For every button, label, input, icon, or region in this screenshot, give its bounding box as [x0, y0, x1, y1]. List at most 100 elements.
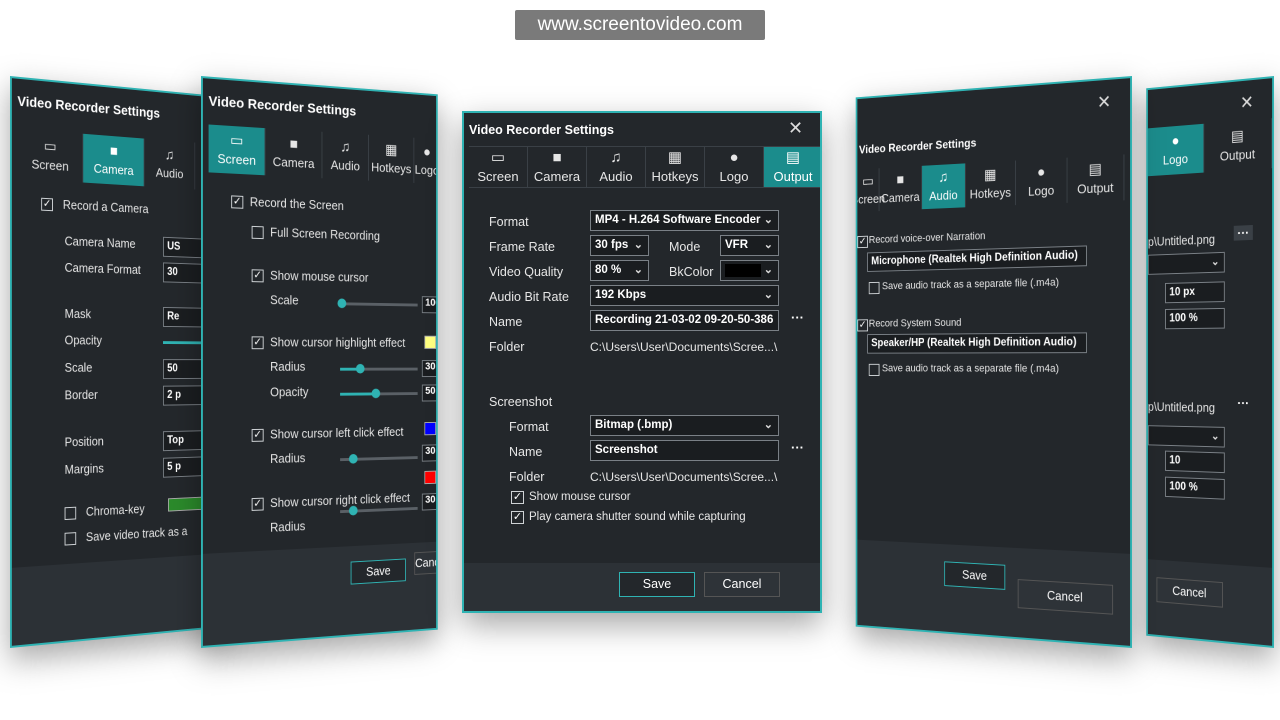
name-label: Name [489, 315, 523, 329]
system-sound-checkbox[interactable]: ✓ [857, 319, 868, 332]
highlight-opacity-slider[interactable] [340, 392, 375, 396]
mode-select[interactable]: VFR ⌄ [720, 235, 779, 256]
video-camera-icon: ■ [552, 149, 562, 166]
highlight-opacity-value[interactable]: 50 [421, 384, 438, 402]
right-click-color-swatch[interactable] [424, 470, 437, 485]
framerate-select[interactable]: 30 fps ⌄ [590, 235, 649, 256]
right-click-checkbox[interactable]: ✓ [251, 497, 264, 511]
tab-label: Output [773, 169, 813, 184]
bkcolor-select[interactable]: ⌄ [720, 260, 779, 281]
tab-label: Audio [599, 169, 633, 184]
tab-hotkeys[interactable]: ▦ Hotkeys [646, 147, 705, 187]
close-icon[interactable]: ✕ [1240, 92, 1254, 114]
name-input[interactable]: Recording 21-03-02 09-20-50-386 [590, 310, 779, 331]
highlight-opacity-thumb[interactable] [371, 388, 381, 399]
tab-screen[interactable]: ▭ Screen [208, 124, 266, 176]
highlight-radius-track[interactable] [359, 367, 418, 371]
tab-camera[interactable]: ■ Camera [879, 165, 923, 212]
tab-camera[interactable]: ■ Camera [265, 128, 323, 179]
ss-format-label: Format [509, 420, 549, 434]
left-click-radius-thumb[interactable] [348, 453, 358, 464]
save-system-m4a-checkbox[interactable] [868, 363, 880, 376]
tab-screen[interactable]: ▭ Screen [17, 128, 84, 183]
save-button[interactable]: Save [944, 561, 1006, 590]
tab-camera[interactable]: ■ Camera [83, 133, 145, 187]
tab-logo[interactable]: ● Logo [414, 137, 438, 185]
left-click-checkbox[interactable]: ✓ [251, 428, 264, 442]
save-button[interactable]: Save [619, 572, 695, 597]
show-cursor-checkbox[interactable]: ✓ [251, 269, 264, 283]
format-select[interactable]: MP4 - H.264 Software Encoder ⌄ [590, 210, 779, 231]
tab-audio[interactable]: ♫ Audio [587, 147, 646, 187]
logo-select-2[interactable]: ⌄ [1147, 425, 1225, 448]
browse-button-2[interactable]: ··· [1234, 396, 1253, 411]
scale-slider[interactable] [340, 302, 418, 307]
cancel-button[interactable]: Cancel [414, 550, 438, 575]
highlight-checkbox[interactable]: ✓ [251, 336, 264, 350]
bitrate-select[interactable]: 192 Kbps ⌄ [590, 285, 779, 306]
record-camera-checkbox[interactable]: ✓ [41, 197, 53, 212]
left-click-radius-value[interactable]: 30 [421, 444, 438, 462]
scale-slider-thumb[interactable] [337, 298, 347, 309]
cancel-button[interactable]: Cancel [704, 572, 780, 597]
logo-percent-1[interactable]: 100 % [1165, 307, 1225, 330]
tab-logo[interactable]: ● Logo [705, 147, 764, 187]
quality-select[interactable]: 80 % ⌄ [590, 260, 649, 281]
save-mic-m4a-checkbox[interactable] [868, 281, 880, 295]
right-click-radius-thumb[interactable] [348, 505, 358, 516]
film-icon: ▤ [1088, 160, 1102, 179]
save-button[interactable]: Save [350, 558, 406, 585]
highlight-color-swatch[interactable] [424, 335, 437, 349]
ss-folder-path[interactable]: C:\Users\User\Documents\Scree...\ [590, 470, 777, 484]
camera-format-label: Camera Format [64, 260, 141, 277]
ss-name-input[interactable]: Screenshot [590, 440, 779, 461]
tab-audio[interactable]: ♫ Audio [322, 131, 369, 181]
keyboard-icon: ▦ [984, 166, 997, 184]
left-click-color-swatch[interactable] [424, 421, 437, 436]
right-click-radius-value[interactable]: 30 [421, 492, 438, 511]
chroma-key-checkbox[interactable] [64, 506, 77, 521]
logo-size-2[interactable]: 10 [1165, 450, 1225, 474]
highlight-opacity-track[interactable] [374, 392, 418, 396]
ss-show-cursor-checkbox[interactable]: ✓ [511, 491, 524, 504]
tab-label: Camera [533, 169, 581, 184]
film-icon: ▤ [1230, 127, 1244, 146]
tab-output[interactable]: ▤ Output [764, 147, 820, 187]
close-icon[interactable]: ✕ [1097, 92, 1111, 114]
tab-logo[interactable]: ● Logo [1015, 157, 1068, 206]
folder-path[interactable]: C:\Users\User\Documents\Scree...\ [590, 340, 777, 354]
name-browse-button[interactable]: ··· [791, 310, 804, 325]
close-icon[interactable]: ✕ [788, 118, 803, 139]
logo-size-1[interactable]: 10 px [1165, 281, 1225, 304]
microphone-select[interactable]: Microphone (Realtek High Definition Audi… [867, 245, 1087, 272]
tab-camera[interactable]: ■ Camera [528, 147, 587, 187]
full-screen-checkbox[interactable] [251, 225, 264, 240]
system-sound-label: Record System Sound [868, 317, 962, 330]
highlight-radius-value[interactable]: 30 [421, 360, 438, 378]
chroma-color-swatch[interactable] [168, 496, 203, 512]
scale-value[interactable]: 100 [421, 296, 438, 314]
tab-logo[interactable]: ● Logo [1147, 123, 1205, 177]
shutter-sound-checkbox[interactable]: ✓ [511, 511, 524, 524]
highlight-radius-thumb[interactable] [355, 363, 365, 374]
ss-name-browse-button[interactable]: ··· [791, 440, 804, 455]
tab-screen[interactable]: ▭ Screen [856, 168, 885, 213]
record-screen-checkbox[interactable]: ✓ [231, 195, 244, 209]
tab-audio[interactable]: ♫ Audio [144, 138, 196, 190]
logo-select-1[interactable]: ⌄ [1147, 251, 1225, 275]
tab-output[interactable]: ▤ Output [1067, 154, 1125, 203]
ss-format-select[interactable]: Bitmap (.bmp) ⌄ [590, 415, 779, 436]
tab-output[interactable]: ▤ Output [1204, 118, 1273, 173]
save-video-track-checkbox[interactable] [64, 532, 77, 546]
save-mic-m4a-label: Save audio track as a separate file (.m4… [881, 276, 1059, 293]
tab-screen[interactable]: ▭ Screen [469, 147, 528, 187]
tab-hotkeys[interactable]: ▦ Hotkeys [368, 134, 415, 183]
browse-button-1[interactable]: ··· [1233, 224, 1253, 241]
output-settings-window: Video Recorder Settings ✕ ▭ Screen ■ Camer… [462, 111, 822, 613]
logo-percent-2[interactable]: 100 % [1165, 476, 1225, 500]
drop-icon: ● [729, 149, 739, 166]
narration-checkbox[interactable]: ✓ [857, 235, 868, 249]
speaker-select[interactable]: Speaker/HP (Realtek High Definition Audi… [867, 332, 1087, 354]
tab-hotkeys[interactable]: ▦ Hotkeys [965, 160, 1016, 208]
tab-audio[interactable]: ♫ Audio [922, 163, 966, 210]
